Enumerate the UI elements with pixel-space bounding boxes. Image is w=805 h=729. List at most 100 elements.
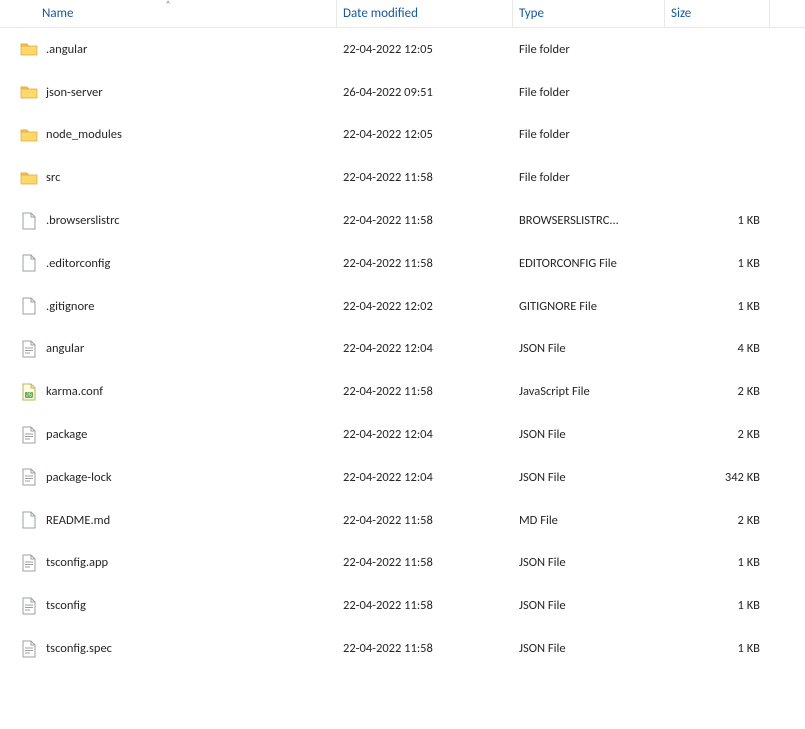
- file-name-label: karma.conf: [46, 384, 103, 399]
- file-name-label: json-server: [46, 85, 103, 100]
- cell-type: EDITORCONFIG File: [513, 242, 665, 285]
- file-row[interactable]: tsconfig 22-04-2022 11:58 JSON File 1 KB: [0, 584, 805, 627]
- cell-name: node_modules: [0, 114, 337, 157]
- file-name-label: .browserslistrc: [46, 213, 120, 228]
- column-header-type-label: Type: [519, 6, 544, 21]
- cell-type: JSON File: [513, 456, 665, 499]
- file-type-label: JSON File: [519, 598, 566, 613]
- file-name-label: tsconfig.app: [46, 555, 108, 570]
- cell-date: 22-04-2022 12:02: [337, 285, 513, 328]
- cell-size: [665, 156, 770, 199]
- file-type-label: EDITORCONFIG File: [519, 256, 617, 271]
- cell-date: 26-04-2022 09:51: [337, 71, 513, 114]
- cell-date: 22-04-2022 11:58: [337, 584, 513, 627]
- file-row[interactable]: angular 22-04-2022 12:04 JSON File 4 KB: [0, 328, 805, 371]
- column-header-size-label: Size: [671, 6, 691, 21]
- cell-size: 2 KB: [665, 370, 770, 413]
- file-row[interactable]: .gitignore 22-04-2022 12:02 GITIGNORE Fi…: [0, 285, 805, 328]
- cell-type: JSON File: [513, 542, 665, 585]
- cell-size: 1 KB: [665, 242, 770, 285]
- file-type-label: JSON File: [519, 341, 566, 356]
- cell-name: angular: [0, 328, 337, 371]
- file-row[interactable]: src 22-04-2022 11:58 File folder: [0, 156, 805, 199]
- file-row[interactable]: .editorconfig 22-04-2022 11:58 EDITORCON…: [0, 242, 805, 285]
- cell-size: 1 KB: [665, 584, 770, 627]
- cell-name: .angular: [0, 28, 337, 71]
- cell-date: 22-04-2022 11:58: [337, 499, 513, 542]
- cell-date: 22-04-2022 12:04: [337, 456, 513, 499]
- file-type-label: File folder: [519, 85, 570, 100]
- folder-icon: [20, 83, 38, 101]
- file-name-label: tsconfig: [46, 598, 86, 613]
- file-date-label: 22-04-2022 11:58: [343, 513, 433, 528]
- cell-name: json-server: [0, 71, 337, 114]
- file-size-label: 2 KB: [738, 513, 760, 528]
- file-date-label: 22-04-2022 12:02: [343, 299, 433, 314]
- cell-size: 1 KB: [665, 199, 770, 242]
- file-name-label: package: [46, 427, 87, 442]
- cell-name: package-lock: [0, 456, 337, 499]
- column-header-size[interactable]: Size: [665, 0, 770, 27]
- cell-size: 4 KB: [665, 328, 770, 371]
- file-type-label: JSON File: [519, 641, 566, 656]
- file-row[interactable]: package 22-04-2022 12:04 JSON File 2 KB: [0, 413, 805, 456]
- file-date-label: 22-04-2022 11:58: [343, 555, 433, 570]
- file-row[interactable]: tsconfig.app 22-04-2022 11:58 JSON File …: [0, 542, 805, 585]
- cell-size: 2 KB: [665, 413, 770, 456]
- file-type-label: JavaScript File: [519, 384, 590, 399]
- cell-type: BROWSERSLISTRC...: [513, 199, 665, 242]
- file-row[interactable]: tsconfig.spec 22-04-2022 11:58 JSON File…: [0, 627, 805, 670]
- file-date-label: 22-04-2022 11:58: [343, 598, 433, 613]
- file-name-label: tsconfig.spec: [46, 641, 112, 656]
- file-size-label: 2 KB: [738, 427, 760, 442]
- file-type-label: JSON File: [519, 555, 566, 570]
- cell-size: [665, 28, 770, 71]
- file-name-label: package-lock: [46, 470, 112, 485]
- javascript-file-icon: [20, 383, 38, 401]
- file-row[interactable]: node_modules 22-04-2022 12:05 File folde…: [0, 114, 805, 157]
- cell-date: 22-04-2022 11:58: [337, 199, 513, 242]
- text-file-icon: [20, 640, 38, 658]
- cell-type: JSON File: [513, 584, 665, 627]
- cell-date: 22-04-2022 12:04: [337, 328, 513, 371]
- file-name-label: README.md: [46, 513, 110, 528]
- file-name-label: src: [46, 170, 60, 185]
- column-header-date[interactable]: Date modified: [337, 0, 513, 27]
- cell-size: 1 KB: [665, 627, 770, 670]
- cell-name: tsconfig.spec: [0, 627, 337, 670]
- column-header-row: Name ˄ Date modified Type Size: [0, 0, 805, 28]
- folder-icon: [20, 40, 38, 58]
- file-name-label: node_modules: [46, 127, 122, 142]
- cell-type: File folder: [513, 71, 665, 114]
- file-type-label: MD File: [519, 513, 558, 528]
- file-row[interactable]: package-lock 22-04-2022 12:04 JSON File …: [0, 456, 805, 499]
- cell-name: .browserslistrc: [0, 199, 337, 242]
- column-header-date-label: Date modified: [343, 6, 418, 21]
- text-file-icon: [20, 468, 38, 486]
- cell-name: README.md: [0, 499, 337, 542]
- cell-size: 1 KB: [665, 285, 770, 328]
- file-type-label: JSON File: [519, 427, 566, 442]
- file-name-label: .gitignore: [46, 299, 94, 314]
- file-row[interactable]: .browserslistrc 22-04-2022 11:58 BROWSER…: [0, 199, 805, 242]
- file-row[interactable]: .angular 22-04-2022 12:05 File folder: [0, 28, 805, 71]
- folder-icon: [20, 169, 38, 187]
- file-date-label: 22-04-2022 12:04: [343, 427, 433, 442]
- file-row[interactable]: json-server 26-04-2022 09:51 File folder: [0, 71, 805, 114]
- column-header-name[interactable]: Name ˄: [0, 0, 337, 27]
- file-row[interactable]: karma.conf 22-04-2022 11:58 JavaScript F…: [0, 370, 805, 413]
- column-header-type[interactable]: Type: [513, 0, 665, 27]
- cell-size: 1 KB: [665, 542, 770, 585]
- file-icon: [20, 212, 38, 230]
- cell-size: [665, 71, 770, 114]
- cell-size: [665, 114, 770, 157]
- file-type-label: JSON File: [519, 470, 566, 485]
- cell-size: 2 KB: [665, 499, 770, 542]
- file-icon: [20, 511, 38, 529]
- cell-date: 22-04-2022 11:58: [337, 370, 513, 413]
- file-row[interactable]: README.md 22-04-2022 11:58 MD File 2 KB: [0, 499, 805, 542]
- cell-type: MD File: [513, 499, 665, 542]
- cell-date: 22-04-2022 11:58: [337, 542, 513, 585]
- file-date-label: 22-04-2022 12:05: [343, 42, 433, 57]
- file-size-label: 2 KB: [738, 384, 760, 399]
